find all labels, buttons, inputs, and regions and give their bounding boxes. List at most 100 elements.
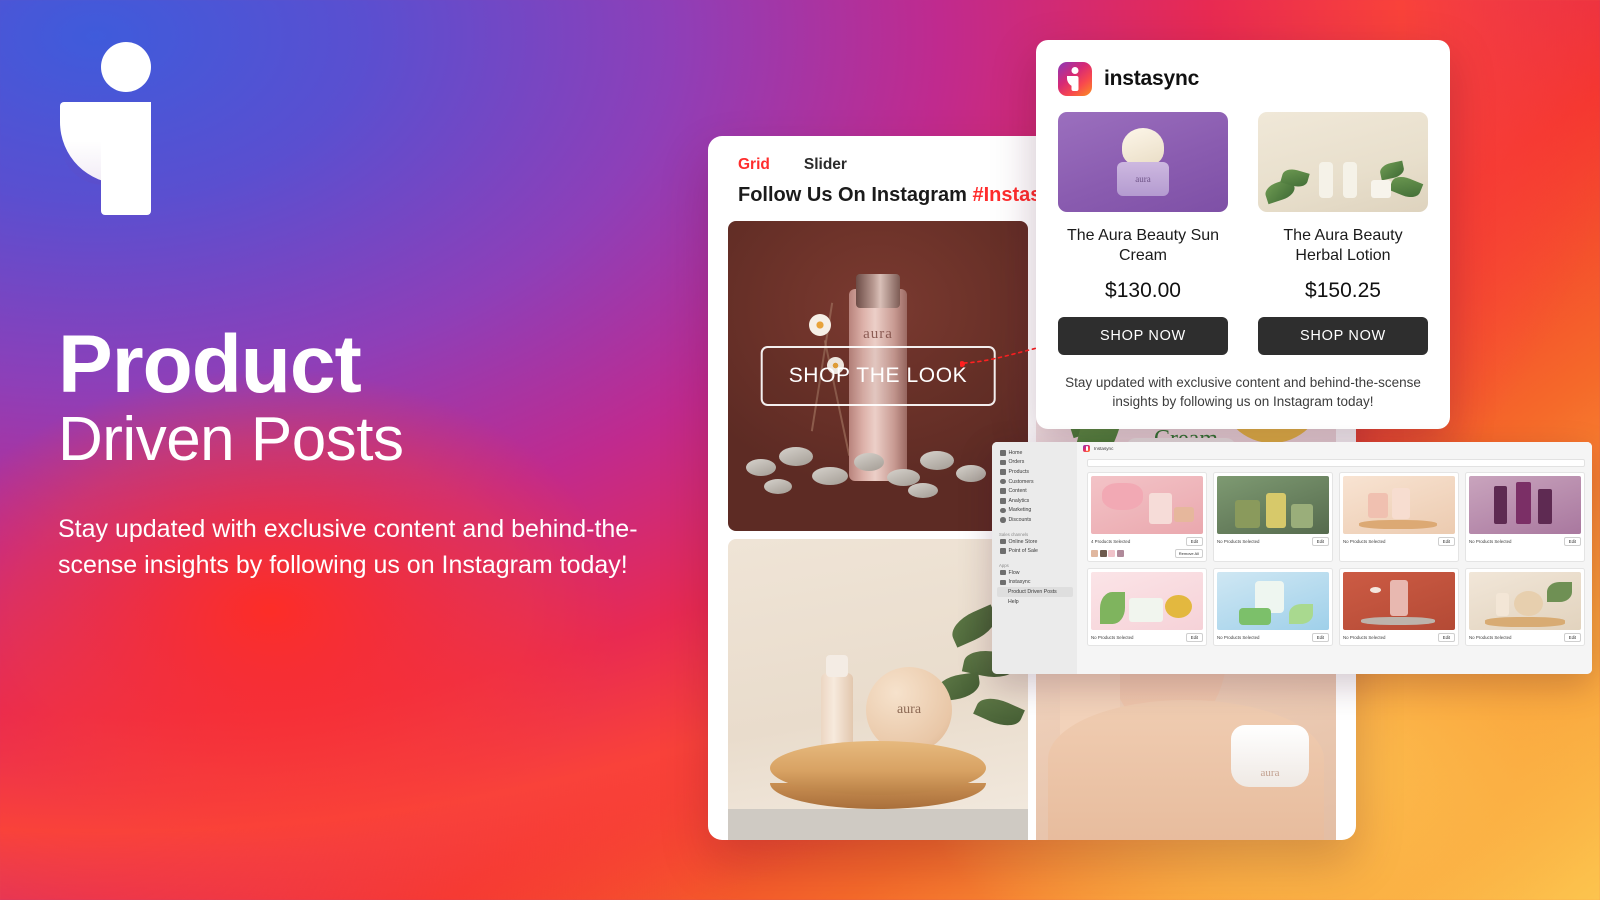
admin-card-6[interactable]: No Products Selected Edit [1213,568,1333,646]
instasync-i-logo-icon [60,40,160,215]
sidebar-label: Instasync [1008,579,1031,586]
sidebar-label: Flow [1008,569,1020,576]
product-2-shop-now-button[interactable]: SHOP NOW [1258,316,1428,355]
product-2-price: $150.25 [1305,278,1381,302]
sidebar-item-home[interactable]: Home [997,448,1073,458]
admin-card-3-meta: No Products Selected Edit [1343,537,1455,546]
admin-card-8-edit-button[interactable]: Edit [1563,633,1581,642]
admin-card-5-status: No Products Selected [1091,635,1134,640]
admin-card-2-edit-button[interactable]: Edit [1311,537,1329,546]
page-title: Product [58,319,362,410]
hero-description: Stay updated with exclusive content and … [58,515,638,579]
product-1-name: The Aura Beauty Sun Cream [1066,227,1220,265]
admin-window-title: Instasync [1094,446,1114,451]
admin-content: 4 Products Selected Edit Remove All No P… [1077,455,1592,674]
admin-card-3-status: No Products Selected [1343,539,1386,544]
tile-4-product-label: aura [1260,767,1280,779]
sidebar-item-marketing[interactable]: Marketing [997,506,1073,516]
admin-card-4[interactable]: No Products Selected Edit [1465,472,1585,562]
sidebar-label: Product Driven Posts [1008,588,1057,595]
admin-card-1-image [1091,476,1203,534]
popup-footer-text: Stay updated with exclusive content and … [1065,374,1421,410]
sidebar-item-instasync[interactable]: Instasync [997,578,1073,588]
admin-card-1-edit-button[interactable]: Edit [1185,537,1203,546]
sidebar-label: Help [1008,598,1019,605]
sidebar-label: Marketing [1008,507,1032,514]
admin-card-7-image [1343,572,1455,630]
admin-card-8-meta: No Products Selected Edit [1469,633,1581,642]
admin-card-8-status: No Products Selected [1469,635,1512,640]
admin-card-6-status: No Products Selected [1217,635,1260,640]
admin-card-4-edit-button[interactable]: Edit [1563,537,1581,546]
popup-product-2: The Aura Beauty Herbal Lotion $150.25 SH… [1258,112,1428,355]
admin-card-7-edit-button[interactable]: Edit [1437,633,1455,642]
admin-card-6-image [1217,572,1329,630]
admin-card-5-edit-button[interactable]: Edit [1185,633,1203,642]
product-1-price: $130.00 [1105,278,1181,302]
popup-header: instasync [1058,62,1428,96]
storefront-heading-text: Follow Us On Instagram [738,184,973,206]
admin-dashboard-window: Home Orders Products Customers Content A… [992,442,1592,674]
sidebar-item-content[interactable]: Content [997,486,1073,496]
admin-card-1[interactable]: 4 Products Selected Edit Remove All [1087,472,1207,562]
popup-product-1: aura The Aura Beauty Sun Cream $130.00 S… [1058,112,1228,355]
instasync-app-icon [1058,62,1092,96]
admin-card-7-meta: No Products Selected Edit [1343,633,1455,642]
sidebar-item-customers[interactable]: Customers [997,477,1073,487]
tab-slider[interactable]: Slider [804,156,847,174]
shop-the-look-button[interactable]: SHOP THE LOOK [760,346,996,406]
admin-card-7-status: No Products Selected [1343,635,1386,640]
admin-main-area: Instasync 4 Products Selected Edit Remov… [1077,442,1592,674]
sidebar-item-product-driven-posts[interactable]: Product Driven Posts [997,587,1073,597]
storefront-tile-2[interactable]: aura [728,539,1028,840]
admin-toolbar [1087,459,1585,467]
admin-card-1-selection: Remove All [1091,549,1203,558]
sidebar-label: Discounts [1008,516,1032,523]
admin-card-6-edit-button[interactable]: Edit [1311,633,1329,642]
sidebar-label: Customers [1008,478,1034,485]
sidebar-label: Home [1008,449,1023,456]
admin-card-3[interactable]: No Products Selected Edit [1339,472,1459,562]
product-2-image[interactable] [1258,112,1428,212]
admin-card-2-image [1217,476,1329,534]
sidebar-label: Content [1008,488,1027,495]
sidebar-item-discounts[interactable]: Discounts [997,515,1073,525]
admin-card-8[interactable]: No Products Selected Edit [1465,568,1585,646]
product-1-shop-now-button[interactable]: SHOP NOW [1058,316,1228,355]
page-subtitle: Driven Posts [58,405,404,475]
sidebar-label: Analytics [1008,497,1030,504]
admin-card-2[interactable]: No Products Selected Edit [1213,472,1333,562]
tile-1-product-label: aura [863,326,893,343]
instasync-product-popup: instasync aura The Aura Beauty Sun Cream… [1036,40,1450,430]
sidebar-item-help[interactable]: Help [997,597,1073,607]
sidebar-item-point-of-sale[interactable]: Point of Sale [997,546,1073,556]
storefront-tile-1[interactable]: aura SHOP THE LOOK [728,221,1028,531]
admin-card-1-remove-all-button[interactable]: Remove All [1174,549,1203,558]
instasync-app-icon [1083,445,1090,452]
admin-card-5[interactable]: No Products Selected Edit [1087,568,1207,646]
tile-1-stones [728,429,1028,503]
popup-title: instasync [1104,67,1200,90]
admin-card-2-status: No Products Selected [1217,539,1260,544]
sidebar-item-orders[interactable]: Orders [997,458,1073,468]
tile-2-product-label: aura [896,702,922,717]
sidebar-item-analytics[interactable]: Analytics [997,496,1073,506]
admin-card-3-image [1343,476,1455,534]
sidebar-item-products[interactable]: Products [997,467,1073,477]
admin-card-3-edit-button[interactable]: Edit [1437,537,1455,546]
admin-card-7[interactable]: No Products Selected Edit [1339,568,1459,646]
tab-grid[interactable]: Grid [738,156,770,174]
admin-window-titlebar: Instasync [1077,442,1592,455]
sidebar-item-flow[interactable]: Flow [997,568,1073,578]
sidebar-label: Online Store [1008,538,1038,545]
admin-card-2-meta: No Products Selected Edit [1217,537,1329,546]
admin-card-4-image [1469,476,1581,534]
admin-card-4-status: No Products Selected [1469,539,1512,544]
sidebar-label: Orders [1008,459,1025,466]
popup-product-row: aura The Aura Beauty Sun Cream $130.00 S… [1058,112,1428,355]
admin-card-1-meta: 4 Products Selected Edit [1091,537,1203,546]
sidebar-item-online-store[interactable]: Online Store [997,537,1073,547]
admin-sidebar: Home Orders Products Customers Content A… [992,442,1077,674]
admin-card-4-meta: No Products Selected Edit [1469,537,1581,546]
product-1-image[interactable]: aura [1058,112,1228,212]
